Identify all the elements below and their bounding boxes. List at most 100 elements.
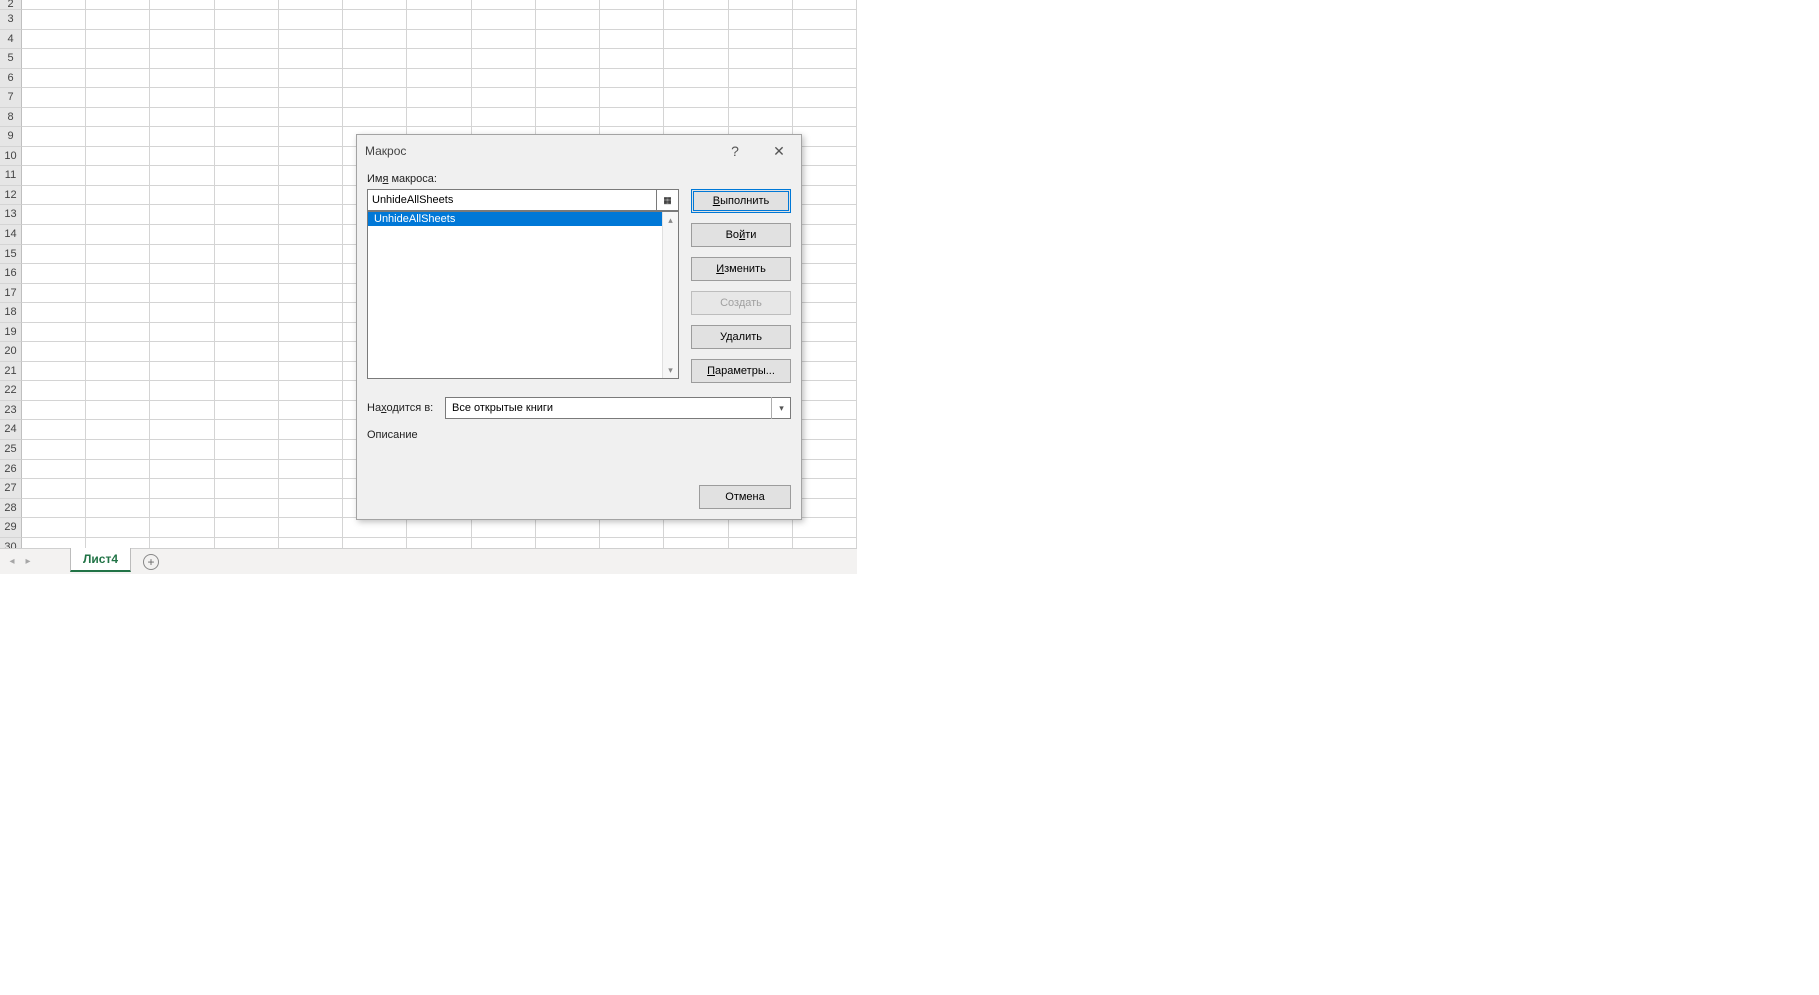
cell[interactable] <box>22 127 86 146</box>
cell[interactable] <box>215 186 279 205</box>
cell[interactable] <box>215 479 279 498</box>
cell[interactable] <box>279 69 343 88</box>
cell[interactable] <box>343 108 407 127</box>
cell[interactable] <box>793 10 857 29</box>
cell[interactable] <box>793 108 857 127</box>
cell[interactable] <box>407 538 471 548</box>
cell[interactable] <box>22 10 86 29</box>
cell[interactable] <box>536 69 600 88</box>
cell[interactable] <box>215 127 279 146</box>
cell[interactable] <box>86 127 150 146</box>
cell[interactable] <box>215 147 279 166</box>
tab-next-button[interactable]: ▸ <box>20 552 36 572</box>
cell[interactable] <box>279 284 343 303</box>
row-header[interactable]: 25 <box>0 440 22 460</box>
cell[interactable] <box>793 401 857 420</box>
cell[interactable] <box>150 30 214 49</box>
cell[interactable] <box>215 0 279 9</box>
cell[interactable] <box>215 49 279 68</box>
row-header[interactable]: 7 <box>0 88 22 108</box>
row-header[interactable]: 10 <box>0 147 22 167</box>
cell[interactable] <box>215 264 279 283</box>
cell[interactable] <box>343 0 407 9</box>
cell[interactable] <box>729 108 793 127</box>
cell[interactable] <box>150 88 214 107</box>
cell[interactable] <box>343 88 407 107</box>
cell[interactable] <box>407 108 471 127</box>
macro-listbox[interactable]: UnhideAllSheets ▴ ▾ <box>367 211 679 379</box>
cell[interactable] <box>472 108 536 127</box>
cell[interactable] <box>86 166 150 185</box>
row-header[interactable]: 18 <box>0 303 22 323</box>
cell[interactable] <box>279 147 343 166</box>
run-button[interactable]: Выполнить <box>691 189 791 213</box>
cell[interactable] <box>793 166 857 185</box>
cell[interactable] <box>279 205 343 224</box>
cell[interactable] <box>215 225 279 244</box>
cell[interactable] <box>793 342 857 361</box>
cell[interactable] <box>536 0 600 9</box>
cell[interactable] <box>729 538 793 548</box>
cell[interactable] <box>22 381 86 400</box>
cell[interactable] <box>279 127 343 146</box>
cell[interactable] <box>279 460 343 479</box>
cell[interactable] <box>150 147 214 166</box>
cell[interactable] <box>215 401 279 420</box>
row-header[interactable]: 2 <box>0 0 22 10</box>
row-header[interactable]: 23 <box>0 401 22 421</box>
cell[interactable] <box>729 10 793 29</box>
cell[interactable] <box>664 518 728 537</box>
cell[interactable] <box>279 303 343 322</box>
row-header[interactable]: 16 <box>0 264 22 284</box>
row-header[interactable]: 6 <box>0 69 22 89</box>
cell[interactable] <box>793 88 857 107</box>
row-header[interactable]: 22 <box>0 381 22 401</box>
cell[interactable] <box>600 538 664 548</box>
cell[interactable] <box>343 69 407 88</box>
cell[interactable] <box>150 499 214 518</box>
row-header[interactable]: 8 <box>0 108 22 128</box>
cell[interactable] <box>279 499 343 518</box>
cell[interactable] <box>86 479 150 498</box>
cell[interactable] <box>22 362 86 381</box>
cell[interactable] <box>86 147 150 166</box>
cell[interactable] <box>22 538 86 548</box>
cell[interactable] <box>22 186 86 205</box>
cell[interactable] <box>150 460 214 479</box>
cell[interactable] <box>600 88 664 107</box>
delete-button[interactable]: Удалить <box>691 325 791 349</box>
cell[interactable] <box>22 147 86 166</box>
cell[interactable] <box>22 49 86 68</box>
cell[interactable] <box>407 49 471 68</box>
cell[interactable] <box>22 342 86 361</box>
cell[interactable] <box>279 108 343 127</box>
cell[interactable] <box>279 538 343 548</box>
cell[interactable] <box>472 88 536 107</box>
cell[interactable] <box>215 381 279 400</box>
cell[interactable] <box>279 323 343 342</box>
row-header[interactable]: 12 <box>0 186 22 206</box>
cell[interactable] <box>343 49 407 68</box>
scroll-up-icon[interactable]: ▴ <box>663 212 678 228</box>
cell[interactable] <box>600 0 664 9</box>
cell[interactable] <box>215 69 279 88</box>
cell[interactable] <box>279 30 343 49</box>
cell[interactable] <box>22 440 86 459</box>
cell[interactable] <box>86 186 150 205</box>
row-header[interactable]: 21 <box>0 362 22 382</box>
cell[interactable] <box>22 0 86 9</box>
cell[interactable] <box>150 225 214 244</box>
cell[interactable] <box>279 440 343 459</box>
cell[interactable] <box>86 460 150 479</box>
cell[interactable] <box>664 0 728 9</box>
cell[interactable] <box>729 49 793 68</box>
cell[interactable] <box>215 88 279 107</box>
cell[interactable] <box>279 401 343 420</box>
cell[interactable] <box>215 10 279 29</box>
cell[interactable] <box>150 205 214 224</box>
cell[interactable] <box>22 88 86 107</box>
cell[interactable] <box>86 401 150 420</box>
cell[interactable] <box>22 264 86 283</box>
cell[interactable] <box>279 479 343 498</box>
cell[interactable] <box>150 323 214 342</box>
